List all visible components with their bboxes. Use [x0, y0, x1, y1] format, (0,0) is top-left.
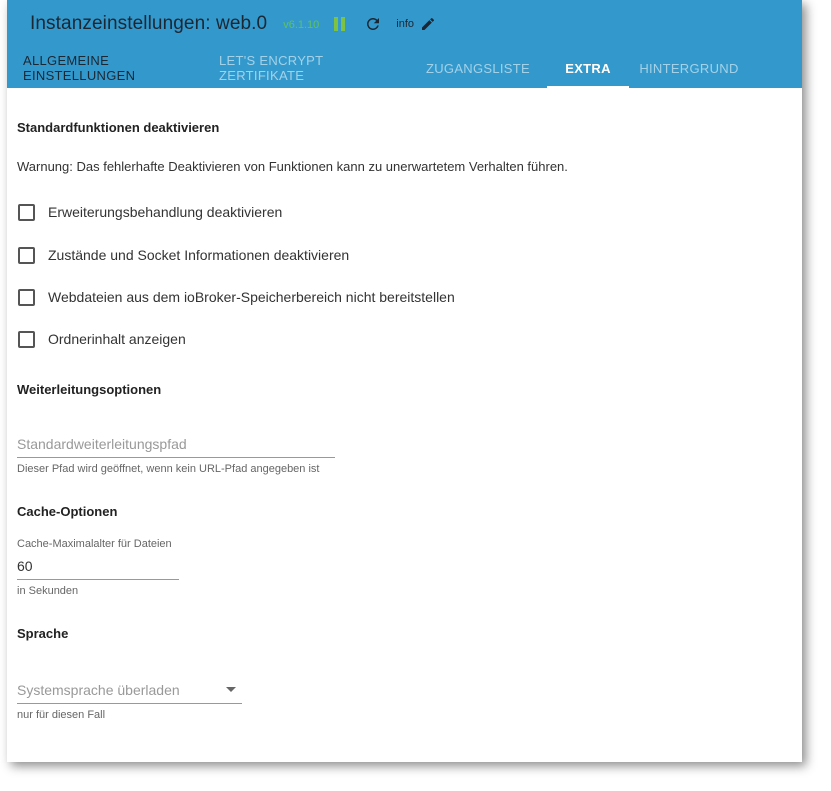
pause-icon[interactable]	[334, 17, 348, 31]
checkbox-row[interactable]: Webdateien aus dem ioBroker-Speicherbere…	[18, 287, 455, 307]
info-label: info	[396, 18, 415, 30]
section-title-redirect: Weiterleitungsoptionen	[17, 382, 162, 397]
title-row: Instanzeinstellungen: web.0 v6.1.10 info	[30, 10, 436, 38]
checkbox-row[interactable]: Erweiterungsbehandlung deaktivieren	[18, 202, 282, 222]
section-title-cache: Cache-Optionen	[17, 504, 118, 519]
section-title-language: Sprache	[17, 626, 69, 641]
redirect-field: Dieser Pfad wird geöffnet, wenn kein URL…	[17, 436, 335, 475]
tab-bar: Allgemeine Einstellungen Let's Encrypt Z…	[7, 48, 749, 88]
checkbox-webfiles[interactable]	[18, 288, 35, 306]
dropdown-icon	[226, 687, 236, 692]
warning-text: Warnung: Das fehlerhafte Deaktivieren vo…	[17, 159, 568, 174]
redirect-helper: Dieser Pfad wird geöffnet, wenn kein URL…	[17, 463, 320, 475]
redirect-path-input[interactable]	[17, 436, 335, 458]
tab-extra[interactable]: Extra	[547, 48, 629, 88]
page-title: Instanzeinstellungen: web.0	[30, 13, 268, 34]
section-title-standard: Standardfunktionen deaktivieren	[17, 120, 220, 135]
checkbox-states-socket[interactable]	[18, 246, 35, 264]
tab-access-list[interactable]: Zugangsliste	[409, 48, 547, 88]
checkbox-show-folder[interactable]	[18, 330, 35, 348]
cache-max-age-input[interactable]	[17, 558, 179, 580]
checkbox-row[interactable]: Zustände und Socket Informationen deakti…	[18, 245, 349, 265]
checkbox-label: Ordnerinhalt anzeigen	[48, 331, 186, 347]
app-header: Instanzeinstellungen: web.0 v6.1.10 info…	[7, 0, 802, 88]
checkbox-label: Webdateien aus dem ioBroker-Speicherbere…	[48, 289, 455, 305]
tab-letsencrypt[interactable]: Let's Encrypt Zertifikate	[219, 48, 409, 88]
refresh-icon[interactable]	[364, 15, 382, 33]
tab-general-settings[interactable]: Allgemeine Einstellungen	[7, 48, 219, 88]
cache-label: Cache-Maximalalter für Dateien	[17, 538, 172, 550]
version-badge: v6.1.10	[283, 19, 320, 31]
checkbox-extension-handling[interactable]	[18, 203, 35, 221]
language-helper: nur für diesen Fall	[17, 709, 106, 721]
cache-field: Cache-Maximalalter für Dateien in Sekund…	[17, 538, 179, 597]
language-select-value: Systemsprache überladen	[17, 681, 180, 698]
language-select[interactable]: Systemsprache überladen	[17, 680, 242, 704]
language-field: Systemsprache überladen nur für diesen F…	[17, 680, 242, 721]
edit-icon[interactable]	[420, 16, 436, 32]
checkbox-label: Erweiterungsbehandlung deaktivieren	[48, 204, 283, 220]
settings-window: Instanzeinstellungen: web.0 v6.1.10 info…	[7, 0, 802, 762]
checkbox-label: Zustände und Socket Informationen deakti…	[48, 247, 350, 263]
tab-background[interactable]: Hintergrund	[629, 48, 749, 88]
checkbox-row[interactable]: Ordnerinhalt anzeigen	[18, 329, 186, 349]
cache-helper: in Sekunden	[17, 585, 79, 597]
